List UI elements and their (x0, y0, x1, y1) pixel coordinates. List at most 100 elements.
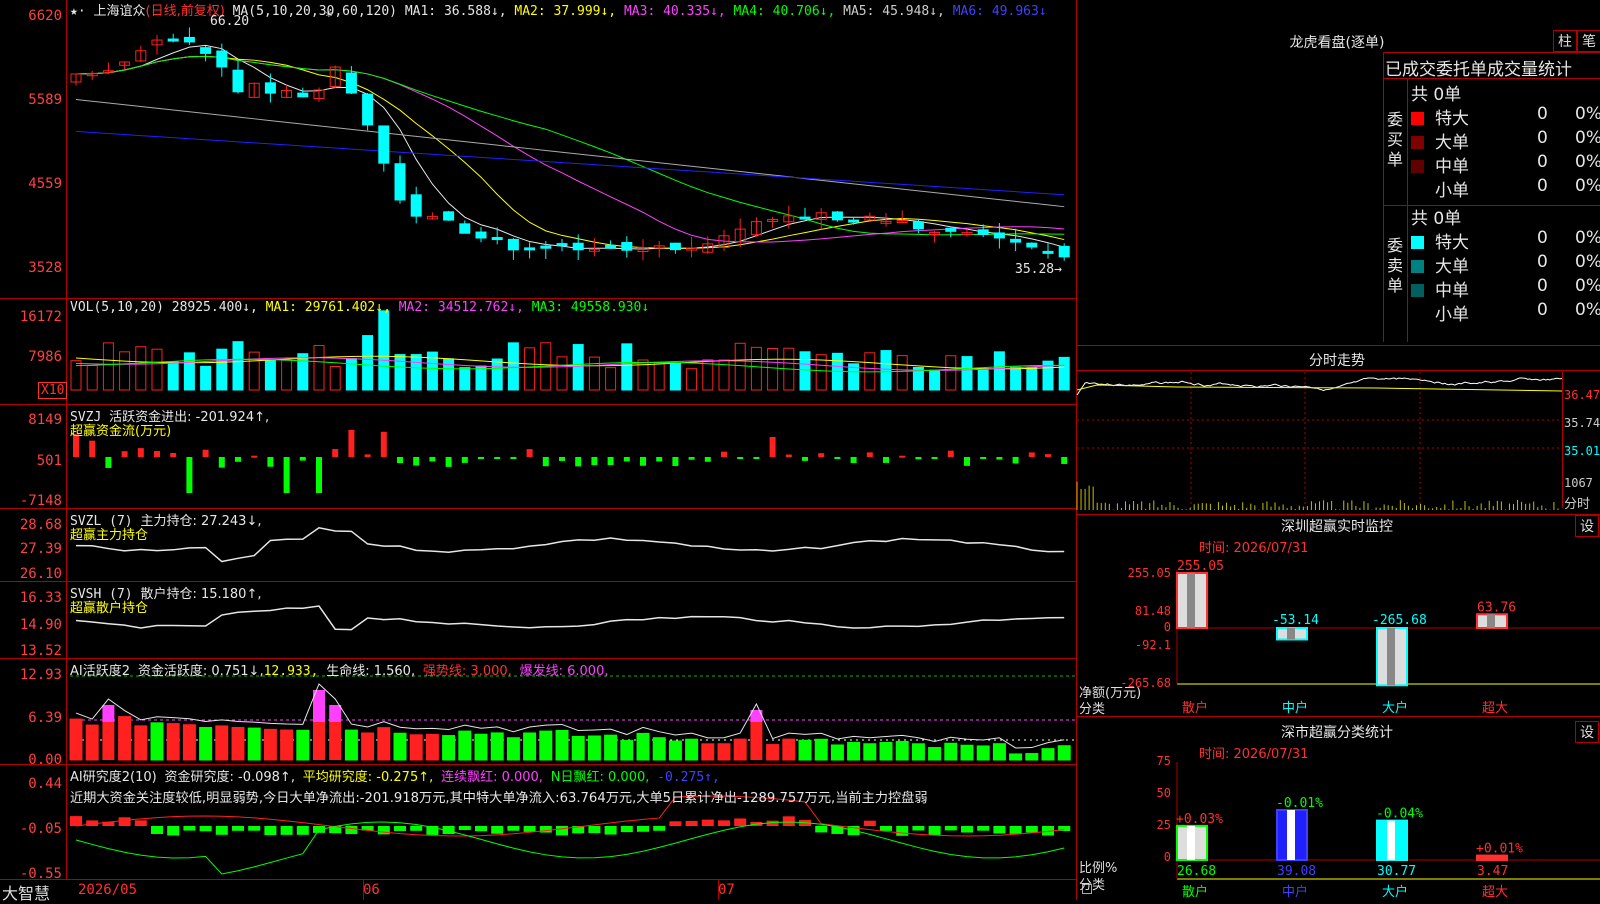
volume-bar (896, 355, 908, 391)
sz-class-title: 深市超赢分类统计 (1281, 725, 1393, 741)
fund-flow-bar (1061, 457, 1068, 464)
intraday-axis-label: 36.47 (1564, 388, 1600, 402)
volume-bar (750, 346, 762, 391)
svzl-subtitle: 超赢主力持仓 (70, 528, 149, 543)
star-marker-icon: * (325, 10, 333, 25)
volume-bar (669, 362, 681, 391)
fund-flow-bar (883, 457, 889, 463)
bar-mode-button[interactable]: 柱 (1553, 30, 1577, 52)
activity-bar (895, 740, 909, 761)
sz-monitor-settings-button[interactable]: 设 (1575, 515, 1599, 537)
activity-bar (118, 716, 132, 761)
candle-body (848, 219, 860, 223)
fund-flow-bar (964, 457, 970, 466)
sell-l-swatch (1411, 260, 1424, 273)
fund-flow-bar (915, 457, 922, 460)
activity-bar (652, 737, 666, 761)
intraday-title: 分时走势 (1309, 353, 1365, 369)
activity-bar (847, 741, 861, 761)
fund-flow-bar (218, 457, 225, 468)
chart-area[interactable]: ★· 上海谊众(日线,前复权) MA(5,10,20,30,60,120) MA… (0, 0, 1092, 903)
fund-flow-bar (137, 448, 144, 457)
volume-bar (945, 355, 957, 391)
candle-body (1010, 238, 1022, 243)
volume-bar (686, 368, 698, 391)
candle-body (264, 82, 276, 94)
intraday-axis-label: 35.01 (1564, 444, 1600, 458)
brand-label: 大智慧 (2, 884, 51, 903)
sell-side-label: 委卖单 (1387, 236, 1404, 295)
fund-flow-bar (640, 457, 646, 466)
sz-class-settings-button[interactable]: 设 (1575, 721, 1599, 743)
research-bar (588, 826, 601, 834)
fund-flow-bar (1045, 454, 1051, 457)
fund-flow-bar (299, 457, 306, 461)
fund-flow-bar (510, 457, 517, 459)
vol-header: VOL(5,10,20) 28925.400↓, MA1: 29761.402↓… (70, 300, 650, 315)
volume-bar (297, 353, 309, 391)
volume-bar (993, 351, 1005, 391)
activity-bar (313, 722, 325, 760)
volume-bar (491, 358, 503, 391)
fund-flow-bar (267, 457, 274, 467)
svzl-axis-label: 26.10 (19, 566, 62, 582)
research-bar (232, 826, 244, 831)
candle-body (216, 50, 228, 68)
volume-bar (183, 352, 195, 391)
volume-bar (459, 367, 471, 391)
research-bar (961, 826, 973, 833)
activity-bar (263, 728, 277, 761)
activity-bar (685, 738, 699, 761)
buy-m-swatch (1411, 160, 1424, 173)
volume-bar (653, 362, 665, 391)
activity-bar (247, 727, 261, 761)
activity-bar (199, 727, 213, 761)
volume-bar (232, 341, 244, 391)
research-bar (718, 820, 730, 826)
fund-flow-bar (899, 455, 906, 458)
tick-mode-button[interactable]: 笔 (1577, 30, 1600, 52)
ai-active-header: AI活跃度2 资金活跃度: 0.751↓,12.933, 生命线: 1.560,… (70, 664, 609, 679)
candle-body (167, 38, 179, 42)
research-bar (977, 826, 990, 831)
fund-flow-bar (947, 450, 954, 457)
fund-flow-bar (461, 457, 468, 463)
fund-flow-bar (105, 457, 112, 468)
volume-bar (475, 365, 487, 391)
svsh-subtitle: 超赢散户持仓 (70, 601, 149, 616)
svzj-axis-label: -7148 (19, 493, 62, 509)
volume-bar (151, 348, 163, 391)
candle-body (540, 245, 552, 249)
fund-flow-bar (769, 437, 776, 457)
lhb-tabs[interactable]: 已成交委托单成交量统计 (1385, 55, 1600, 80)
candle-body (621, 241, 633, 251)
volume-bar (248, 351, 260, 391)
volume-bar (605, 367, 617, 391)
candle-body (556, 243, 568, 247)
research-bar (685, 820, 698, 826)
activity-bar (766, 744, 780, 761)
research-bar (183, 826, 196, 831)
ma-line (75, 55, 1065, 249)
candle-body (524, 247, 536, 251)
volume-bar (443, 358, 455, 391)
activity-bar (863, 743, 877, 761)
ai-active-axis-label: 0.00 (28, 752, 62, 768)
fund-flow-bar (996, 457, 1003, 460)
price-axis-label: 3528 (28, 260, 62, 276)
activity-bar (458, 730, 472, 761)
volume-bar (572, 344, 584, 391)
volume-bar (734, 342, 746, 391)
volume-bar (200, 365, 212, 391)
sz-class-time: 时间: 2026/07/31 (1199, 747, 1309, 762)
volume-bar (119, 351, 131, 391)
x-axis-label: 06 (363, 882, 380, 898)
chart-canvas[interactable] (0, 0, 1077, 900)
candle-body (945, 227, 957, 232)
activity-bar (425, 733, 439, 761)
candle-body (605, 244, 617, 249)
fund-flow-bar (704, 457, 711, 462)
volume-bar (507, 342, 519, 391)
activity-bar (102, 722, 115, 760)
high-price-label: 66.20 (210, 14, 250, 29)
